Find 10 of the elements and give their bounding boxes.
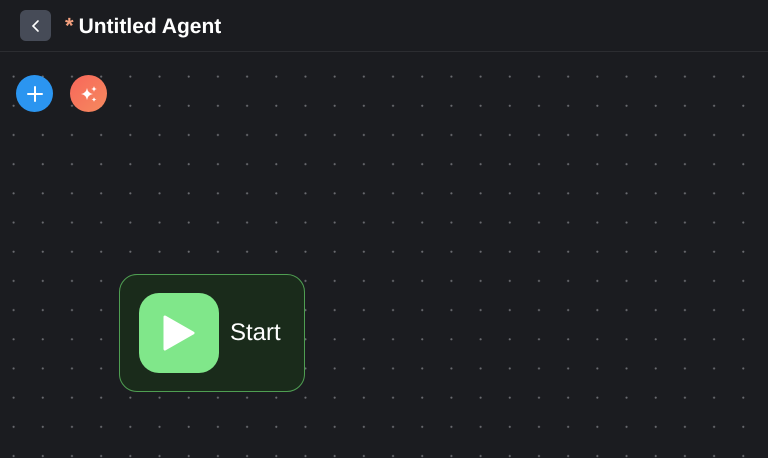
start-node[interactable]: Start xyxy=(119,274,305,392)
unsaved-marker: * xyxy=(65,12,74,38)
node-label: Start xyxy=(230,319,281,347)
plus-icon xyxy=(26,84,44,102)
sparkle-button[interactable] xyxy=(70,75,107,112)
back-button[interactable] xyxy=(20,10,51,41)
add-button[interactable] xyxy=(16,75,53,112)
agent-title: Untitled Agent xyxy=(78,14,222,38)
play-icon xyxy=(139,293,219,373)
chevron-left-icon xyxy=(30,18,40,32)
